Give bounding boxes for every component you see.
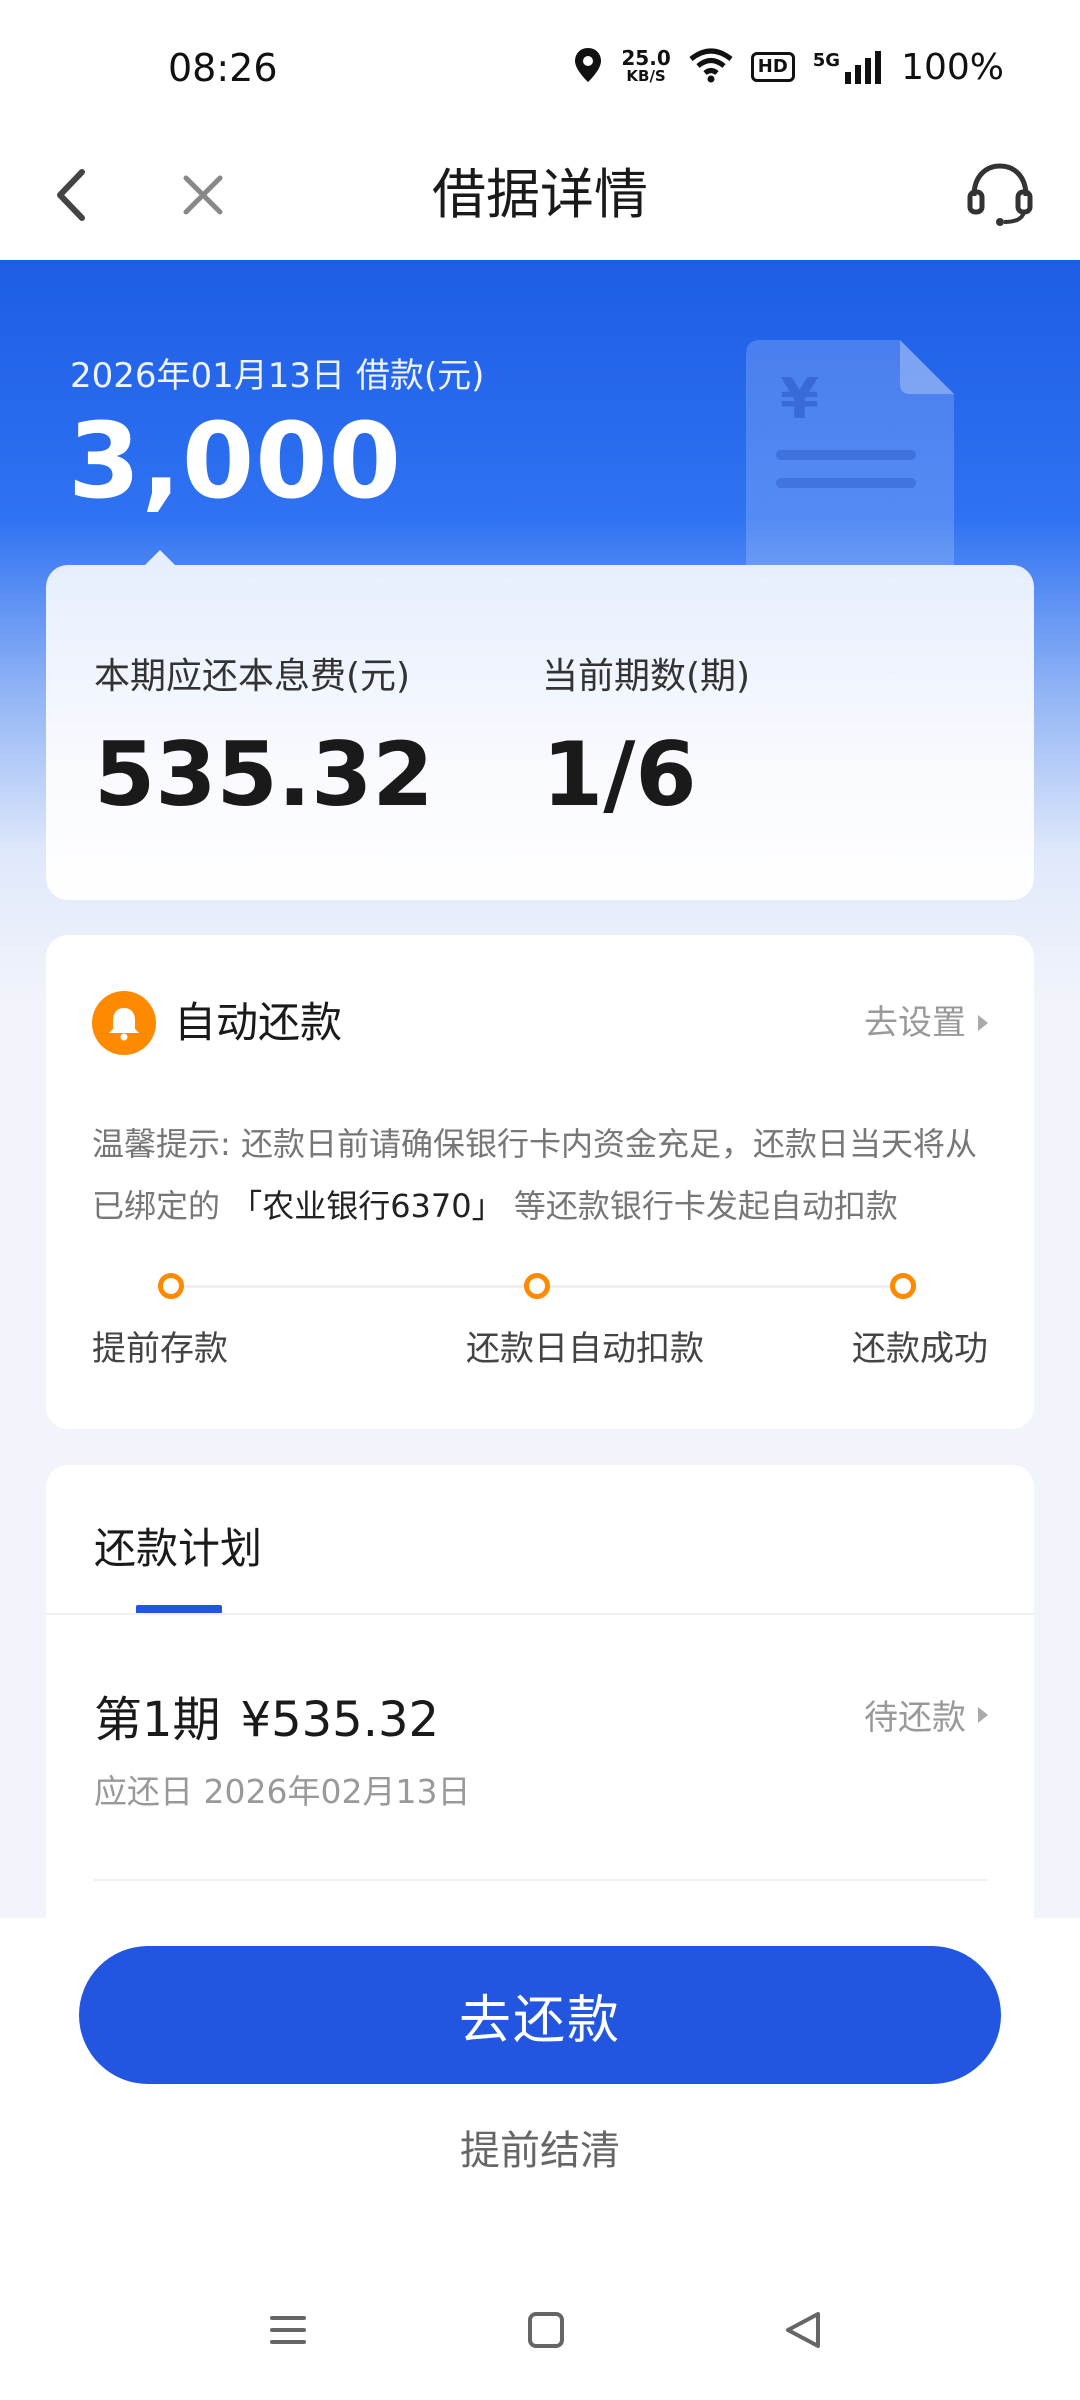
repayment-summary-card: 本期应还本息费(元) 535.32 当前期数(期) 1/6 — [46, 565, 1034, 900]
step-dot-3 — [890, 1273, 916, 1299]
auto-repay-card: 自动还款 去设置 温馨提示: 还款日前请确保银行卡内资金充足，还款日当天将从已绑… — [46, 935, 1034, 1429]
status-time: 08:26 — [168, 46, 278, 90]
hd-badge: HD — [750, 52, 795, 82]
tip-suffix: 等还款银行卡发起自动扣款 — [503, 1187, 898, 1225]
current-period-label: 当前期数(期) — [542, 656, 751, 697]
current-due-block: 本期应还本息费(元) 535.32 — [94, 647, 434, 823]
status-bar: 08:26 25.0 KB/S HD 5G 100% — [0, 0, 1080, 130]
menu-icon[interactable] — [258, 2300, 318, 2360]
early-settle-link[interactable]: 提前结清 — [0, 2118, 1080, 2176]
tab-repayment-plan[interactable]: 还款计划 — [94, 1515, 262, 1576]
repay-button[interactable]: 去还款 — [79, 1946, 1001, 2084]
plan-status[interactable]: 待还款 — [864, 1690, 988, 1739]
net-speed-value: 25.0 — [621, 46, 671, 70]
cellular-signal-icon: 5G — [813, 50, 883, 84]
headset-icon — [967, 163, 1033, 226]
nav-bar: 借据详情 — [0, 130, 1080, 260]
loan-detail-screen: 08:26 25.0 KB/S HD 5G 100% 借据详情 2026年01月… — [0, 0, 1080, 2400]
bell-icon — [92, 991, 156, 1055]
net-speed: 25.0 KB/S — [621, 46, 671, 85]
plan-period: 第1期 — [94, 1692, 221, 1748]
step-label-3: 还款成功 — [852, 1329, 988, 1369]
auto-repay-title: 自动还款 — [174, 998, 343, 1047]
back-triangle-icon[interactable] — [774, 2300, 834, 2360]
repayment-plan-card: 还款计划 第1期 ¥535.32 应还日 2026年02月13日 待还款 — [46, 1465, 1034, 1925]
plan-due-date: 应还日 2026年02月13日 — [94, 1772, 471, 1811]
battery-level: 100% — [901, 46, 1004, 88]
auto-repay-steps: 提前存款 还款日自动扣款 还款成功 — [92, 1265, 988, 1385]
caret-right-icon — [978, 1706, 988, 1723]
step-dot-2 — [524, 1273, 550, 1299]
svg-text:¥: ¥ — [780, 367, 819, 432]
current-period-value: 1/6 — [542, 723, 697, 826]
step-dot-1 — [158, 1273, 184, 1299]
current-period-block: 当前期数(期) 1/6 — [542, 647, 750, 823]
location-icon — [573, 46, 603, 88]
caret-right-icon — [978, 1015, 988, 1031]
page-title: 借据详情 — [432, 163, 648, 226]
customer-service-button[interactable] — [960, 154, 1040, 234]
yuan-document-icon: ¥ — [740, 340, 960, 580]
tab-divider — [46, 1613, 1034, 1615]
plan-amount: ¥535.32 — [240, 1692, 440, 1748]
auto-repay-setting-link[interactable]: 去设置 — [864, 991, 988, 1055]
signal-label: 5G — [812, 50, 841, 71]
system-nav-bar — [0, 2290, 1080, 2380]
step-label-1: 提前存款 — [92, 1329, 228, 1369]
status-icons: 25.0 KB/S HD 5G 100% — [573, 42, 1004, 92]
current-due-value: 535.32 — [94, 723, 434, 826]
net-speed-unit: KB/S — [626, 67, 666, 85]
setting-link-label: 去设置 — [864, 1003, 966, 1043]
plan-status-label: 待还款 — [864, 1698, 966, 1738]
bound-bank-card: 「农业银行6370」 — [230, 1187, 504, 1225]
current-due-label: 本期应还本息费(元) — [94, 656, 411, 697]
wifi-icon — [689, 47, 733, 87]
loan-amount: 3,000 — [68, 400, 402, 522]
auto-repay-tip: 温馨提示: 还款日前请确保银行卡内资金充足，还款日当天将从已绑定的 「农业银行6… — [92, 1113, 992, 1237]
row-divider — [94, 1879, 988, 1881]
home-icon[interactable] — [516, 2300, 576, 2360]
plan-row-title: 第1期 ¥535.32 — [94, 1680, 439, 1750]
loan-date-label: 2026年01月13日 借款(元) — [70, 356, 485, 396]
step-label-2: 还款日自动扣款 — [466, 1329, 704, 1369]
